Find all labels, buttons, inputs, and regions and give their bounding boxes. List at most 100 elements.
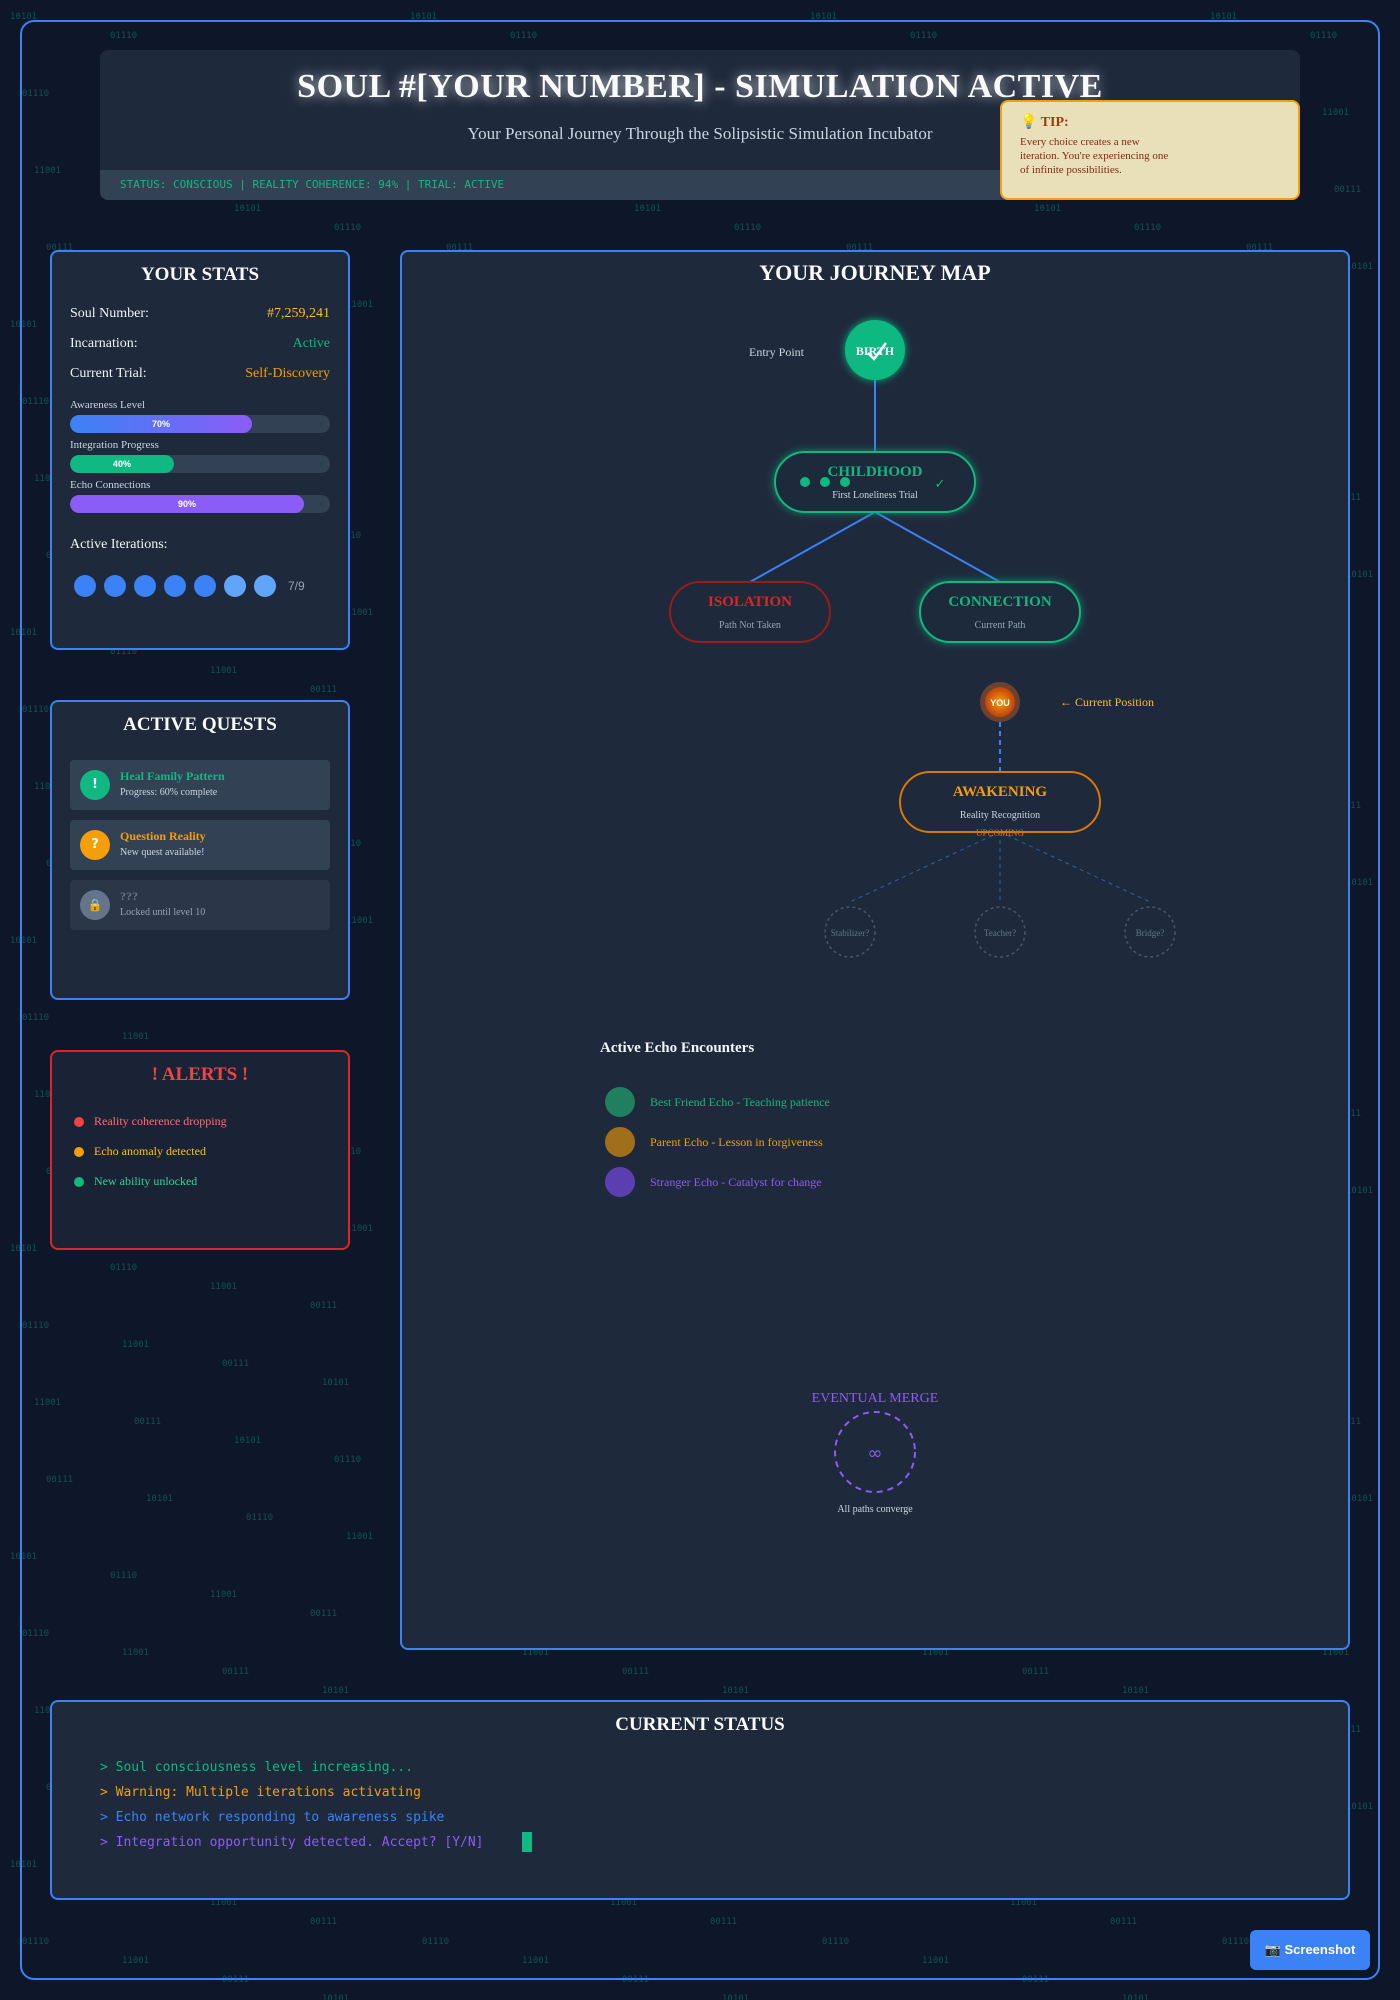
journey-map: BIRTH Entry Point CHILDHOOD First Loneli…: [600, 320, 1176, 1515]
future-node[interactable]: Teacher?: [974, 906, 1026, 958]
isolation-pill: [669, 581, 831, 643]
connection-pill: [919, 581, 1081, 643]
awakening-title: AWAKENING: [953, 784, 1048, 800]
lock-icon: 🔒: [80, 890, 110, 920]
binary-token: 10101: [722, 1994, 750, 2000]
stats-panel: YOUR STATS Soul Number: #7,259,241 Incar…: [50, 250, 350, 650]
merge-node[interactable]: ∞: [834, 1411, 916, 1493]
iterations-label: Active Iterations:: [70, 537, 168, 552]
quest-locked: 🔒 ??? Locked until level 10: [70, 880, 330, 930]
connector-line: [874, 511, 1001, 583]
alert-text: Echo anomaly detected: [94, 1144, 206, 1158]
isolation-sub: Path Not Taken: [719, 620, 781, 631]
progress-dot: [820, 477, 830, 487]
childhood-sub: First Loneliness Trial: [832, 490, 918, 501]
integration-label: Integration Progress: [70, 439, 159, 451]
alert-text: New ability unlocked: [94, 1174, 198, 1188]
quest-sub: Progress: 60% complete: [120, 787, 218, 798]
stat-current-trial: Current Trial: Self-Discovery: [70, 366, 330, 386]
binary-token: 10101: [1122, 1994, 1150, 2000]
echo-item[interactable]: Best Friend Echo - Teaching patience: [605, 1087, 830, 1117]
stats-title: YOUR STATS: [140, 264, 260, 285]
connection-title: CONNECTION: [948, 594, 1052, 610]
current-status-title: CURRENT STATUS: [615, 1714, 785, 1735]
progress-dot: [800, 477, 810, 487]
tip-text: Every choice creates a new iteration. Yo…: [1020, 136, 1169, 176]
iteration-dot[interactable]: [104, 575, 126, 597]
isolation-title: ISOLATION: [708, 594, 792, 610]
isolation-node[interactable]: ISOLATION Path Not Taken: [669, 581, 831, 643]
you-label: YOU: [990, 698, 1010, 708]
iterations-count: 7/9: [288, 579, 305, 593]
connector-line: [849, 831, 1001, 903]
future-node[interactable]: Stabilizer?: [824, 906, 876, 958]
quest-name: Heal Family Pattern: [120, 769, 225, 783]
iterations-row: 7/9: [74, 575, 305, 597]
echo-item[interactable]: Parent Echo - Lesson in forgiveness: [605, 1127, 823, 1157]
upcoming-tag: UPCOMING: [976, 828, 1025, 838]
stat-label: Current Trial:: [70, 366, 147, 381]
quest-sub: New quest available!: [120, 847, 205, 858]
alert-text: Reality coherence dropping: [94, 1114, 227, 1128]
echo-title: Active Echo Encounters: [600, 1040, 754, 1056]
infinity-icon: ∞: [868, 1443, 883, 1464]
echo-text: Stranger Echo - Catalyst for change: [650, 1175, 822, 1189]
screenshot-button[interactable]: 📷 Screenshot: [1250, 1930, 1370, 1970]
echo-item[interactable]: Stranger Echo - Catalyst for change: [605, 1167, 822, 1197]
iteration-dot[interactable]: [194, 575, 216, 597]
echo-text: Parent Echo - Lesson in forgiveness: [650, 1135, 823, 1149]
screenshot-label: 📷 Screenshot: [1264, 1942, 1356, 1957]
birth-caption: Entry Point: [749, 345, 805, 359]
iteration-dot[interactable]: [224, 575, 246, 597]
iteration-dot[interactable]: [164, 575, 186, 597]
awakening-node[interactable]: AWAKENING Reality Recognition UPCOMING: [899, 771, 1101, 838]
awareness-label: Awareness Level: [70, 399, 146, 411]
echo-label: Echo Connections: [70, 479, 151, 491]
integration-bar: 40%: [70, 455, 330, 473]
connection-node[interactable]: CONNECTION Current Path: [919, 581, 1081, 643]
quest-question-reality[interactable]: ? Question Reality New quest available!: [70, 820, 330, 870]
echo-text: Best Friend Echo - Teaching patience: [650, 1095, 830, 1109]
binary-token: 10101: [322, 1994, 350, 2000]
tip-box: 💡 TIP: Every choice creates a new iterat…: [1000, 100, 1300, 200]
future-label: Teacher?: [984, 928, 1016, 938]
childhood-title: CHILDHOOD: [827, 464, 922, 480]
terminal-line: > Echo network responding to awareness s…: [100, 1810, 445, 1825]
terminal-cursor: [522, 1832, 532, 1852]
alert-dot: [74, 1176, 84, 1187]
quest-name: ???: [120, 889, 138, 903]
future-label: Bridge?: [1136, 928, 1165, 938]
journey-panel: YOUR JOURNEY MAP BIRTH Entry Point CHILD…: [400, 250, 1350, 1650]
merge-title: EVENTUAL MERGE: [812, 1391, 939, 1406]
iteration-dot[interactable]: [254, 575, 276, 597]
birth-node[interactable]: BIRTH: [845, 320, 905, 380]
progress-dot: [840, 477, 850, 487]
terminal-line: > Integration opportunity detected. Acce…: [100, 1835, 484, 1850]
you-marker[interactable]: YOU: [980, 682, 1020, 722]
stat-incarnation: Incarnation: Active: [70, 336, 330, 356]
echo-fill: 90%: [70, 495, 304, 513]
tip-title: 💡 TIP:: [1020, 115, 1069, 130]
terminal-line: > Soul consciousness level increasing...: [100, 1760, 414, 1775]
echo-dot: [605, 1167, 635, 1197]
stat-value: #7,259,241: [267, 306, 330, 321]
alert-item: New ability unlocked: [74, 1174, 197, 1189]
awareness-bar: 70%: [70, 415, 330, 433]
future-label: Stabilizer?: [831, 928, 869, 938]
stat-label: Soul Number:: [70, 306, 149, 321]
connection-sub: Current Path: [975, 620, 1026, 631]
connector-line: [999, 831, 1151, 903]
alert-item: Echo anomaly detected: [74, 1144, 206, 1159]
alerts-title: ! ALERTS !: [151, 1064, 249, 1085]
quest-heal-family[interactable]: ! Heal Family Pattern Progress: 60% comp…: [70, 760, 330, 810]
childhood-node[interactable]: CHILDHOOD First Loneliness Trial ✓: [774, 451, 976, 513]
iteration-dot[interactable]: [134, 575, 156, 597]
future-node[interactable]: Bridge?: [1124, 906, 1176, 958]
echo-dot: [605, 1087, 635, 1117]
iteration-dot[interactable]: [74, 575, 96, 597]
stat-value: Active: [292, 336, 330, 351]
awakening-sub: Reality Recognition: [960, 810, 1040, 821]
echo-dot: [605, 1127, 635, 1157]
current-status-panel: CURRENT STATUS > Soul consciousness leve…: [50, 1700, 1350, 1900]
terminal-line: > Warning: Multiple iterations activatin…: [100, 1785, 421, 1800]
